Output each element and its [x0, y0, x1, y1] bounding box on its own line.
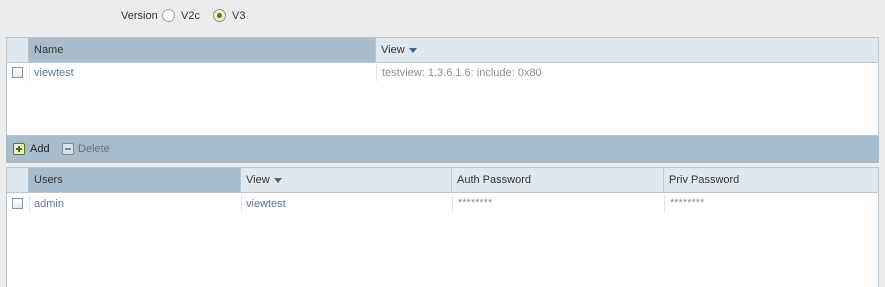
- column-header-user-view-label: View: [246, 174, 270, 186]
- cell-divider: [376, 64, 377, 81]
- radio-v3[interactable]: [213, 9, 226, 22]
- radio-v2c[interactable]: [162, 9, 175, 22]
- cell-divider: [452, 195, 453, 212]
- priv-password-cell: ********: [670, 197, 705, 209]
- column-header-name[interactable]: Name: [29, 38, 376, 62]
- sort-desc-icon: [273, 177, 282, 183]
- column-header-users-label: Users: [34, 174, 63, 186]
- users-table-header: Users View Auth Password Priv Password: [7, 168, 878, 193]
- table-row[interactable]: admin viewtest ******** ********: [7, 195, 878, 212]
- column-header-auth-password[interactable]: Auth Password: [452, 168, 664, 192]
- add-button[interactable]: Add: [13, 143, 53, 157]
- add-icon: [13, 143, 25, 155]
- version-label: Version: [121, 10, 158, 22]
- delete-button-label: Delete: [78, 143, 110, 155]
- select-all-column: [7, 38, 29, 62]
- table-row[interactable]: viewtest testview: 1.3.6.1.6: include: 0…: [7, 64, 878, 81]
- radio-v2c-label[interactable]: V2c: [181, 10, 200, 22]
- user-view-cell: viewtest: [246, 198, 286, 210]
- views-table: Name View viewtest testview: 1.3.6.1.6: …: [6, 37, 879, 136]
- select-all-column: [7, 168, 29, 192]
- cell-divider: [664, 195, 665, 212]
- view-definition-cell: testview: 1.3.6.1.6: include: 0x80: [382, 67, 542, 79]
- column-header-priv-password[interactable]: Priv Password: [664, 168, 878, 192]
- column-header-view[interactable]: View: [376, 38, 878, 62]
- cell-divider: [29, 64, 30, 81]
- action-toolbar: Add Delete: [6, 136, 879, 163]
- cell-divider: [29, 195, 30, 212]
- cell-divider: [241, 195, 242, 212]
- row-checkbox[interactable]: [12, 198, 23, 209]
- delete-button[interactable]: Delete: [62, 143, 122, 157]
- radio-v3-label[interactable]: V3: [232, 10, 245, 22]
- row-checkbox[interactable]: [12, 67, 23, 78]
- column-header-name-label: Name: [34, 44, 64, 56]
- column-header-priv-password-label: Priv Password: [669, 174, 740, 186]
- add-button-label: Add: [30, 143, 50, 155]
- view-name-cell: viewtest: [34, 67, 74, 79]
- delete-icon: [62, 143, 74, 155]
- sort-desc-icon: [408, 47, 417, 53]
- column-header-auth-password-label: Auth Password: [457, 174, 531, 186]
- column-header-user-view[interactable]: View: [241, 168, 452, 192]
- users-table: Users View Auth Password Priv Password a…: [6, 167, 879, 287]
- user-name-cell: admin: [34, 198, 64, 210]
- views-table-header: Name View: [7, 38, 878, 63]
- column-header-users[interactable]: Users: [29, 168, 241, 192]
- auth-password-cell: ********: [458, 197, 493, 209]
- version-selector: Version V2c V3: [0, 0, 885, 34]
- column-header-view-label: View: [381, 44, 405, 56]
